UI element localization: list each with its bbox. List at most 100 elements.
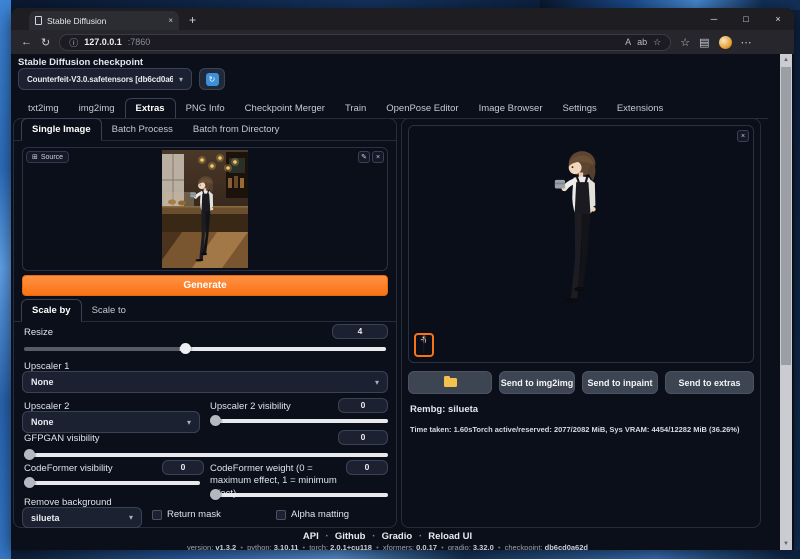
torch-value: 2.0.1+cu118 [330, 543, 372, 550]
remove-background-dropdown[interactable]: silueta ▾ [22, 507, 142, 528]
folder-icon [444, 378, 457, 387]
browser-scrollbar[interactable]: ▲ ▼ [780, 54, 792, 550]
close-image-button[interactable]: × [737, 130, 749, 142]
reload-icon[interactable]: ↻ [41, 36, 50, 49]
separator-dot: • [496, 543, 503, 550]
gallery-thumbnail-selected[interactable] [414, 333, 434, 357]
separator-dot: • [326, 534, 328, 540]
browser-tab-title: Stable Diffusion [47, 16, 163, 26]
maximize-button[interactable]: □ [730, 14, 762, 24]
resize-slider[interactable] [24, 343, 386, 354]
back-icon[interactable]: ← [21, 36, 32, 48]
profile-avatar[interactable] [719, 36, 732, 49]
send-to-inpaint-button[interactable]: Send to inpaint [582, 371, 658, 394]
open-folder-button[interactable] [408, 371, 492, 394]
checkpoint-dropdown[interactable]: Counterfeit-V3.0.safetensors [db6cd0a62d… [18, 68, 192, 90]
codeformer-weight-slider[interactable] [210, 489, 388, 500]
new-tab-button[interactable]: + [189, 11, 196, 30]
address-bar[interactable]: ⓘ 127.0.0.1 :7860 A ab ☆ [59, 34, 671, 51]
github-link[interactable]: Github [335, 531, 366, 542]
subtab-batch-from-directory[interactable]: Batch from Directory [183, 119, 290, 140]
wallpaper-left-stripe [0, 0, 11, 559]
chevron-down-icon: ▾ [187, 418, 191, 427]
checkbox-box[interactable] [276, 510, 286, 520]
gfpgan-visibility-slider[interactable] [24, 449, 388, 460]
upscaler1-value: None [31, 377, 369, 387]
tab-scale-to[interactable]: Scale to [82, 300, 136, 321]
alpha-matting-checkbox[interactable]: Alpha matting [276, 509, 349, 520]
output-image [549, 148, 613, 310]
upscaler2-visibility-input[interactable]: 0 [338, 398, 388, 413]
tab-img2img[interactable]: img2img [69, 99, 125, 118]
tab-checkpoint-merger[interactable]: Checkpoint Merger [235, 99, 335, 118]
upscaler2-value: None [31, 417, 181, 427]
translate-icon[interactable]: ab [637, 37, 647, 47]
codeformer-weight-input[interactable]: 0 [346, 460, 388, 475]
output-actions: Send to img2img Send to inpaint Send to … [408, 371, 754, 394]
codeformer-visibility-input[interactable]: 0 [162, 460, 204, 475]
resize-value-input[interactable]: 4 [332, 324, 388, 339]
resize-label: Resize [24, 327, 53, 338]
checkpoint-label: Stable Diffusion checkpoint [18, 57, 143, 68]
tab-image-browser[interactable]: Image Browser [469, 99, 553, 118]
source-badge-label: Source [41, 154, 63, 161]
tab-train[interactable]: Train [335, 99, 376, 118]
api-link[interactable]: API [303, 531, 319, 542]
tab-scale-by[interactable]: Scale by [21, 299, 82, 322]
tab-txt2img[interactable]: txt2img [18, 99, 69, 118]
read-aloud-icon[interactable]: A [625, 37, 631, 47]
tab-extras[interactable]: Extras [125, 98, 176, 119]
close-button[interactable]: × [762, 14, 794, 24]
grid-icon: ⊞ [32, 153, 38, 161]
tab-png-info[interactable]: PNG Info [176, 99, 235, 118]
tab-settings[interactable]: Settings [552, 99, 606, 118]
send-to-extras-button[interactable]: Send to extras [665, 371, 754, 394]
favorites-bar-icon[interactable]: ☆ [680, 36, 690, 49]
collections-icon[interactable]: ▤ [699, 36, 709, 49]
scrollbar-thumb[interactable] [781, 67, 791, 365]
checkbox-box[interactable] [152, 510, 162, 520]
subtab-single-image[interactable]: Single Image [21, 118, 102, 141]
source-image [162, 150, 248, 268]
separator-dot: • [439, 543, 446, 550]
upscaler2-visibility-slider[interactable] [210, 415, 388, 426]
separator-dot: • [374, 543, 381, 550]
refresh-checkpoint-button[interactable]: ↻ [199, 68, 225, 90]
main-tabs: txt2img img2img Extras PNG Info Checkpoi… [18, 99, 768, 119]
tab-openpose-editor[interactable]: OpenPose Editor [376, 99, 468, 118]
browser-tab[interactable]: Stable Diffusion × [29, 11, 179, 30]
extras-subtabs: Single Image Batch Process Batch from Di… [14, 119, 396, 141]
settings-dots-icon[interactable]: ⋯ [741, 36, 752, 49]
chevron-down-icon: ▾ [129, 513, 133, 522]
site-info-icon[interactable]: ⓘ [69, 36, 78, 49]
scroll-up-icon[interactable]: ▲ [780, 54, 792, 66]
codeformer-visibility-slider[interactable] [24, 477, 200, 488]
gradio-link[interactable]: Gradio [382, 531, 413, 542]
tab-close-icon[interactable]: × [168, 16, 173, 25]
python-value: 3.10.11 [274, 543, 299, 550]
reload-ui-link[interactable]: Reload UI [428, 531, 472, 542]
send-to-img2img-button[interactable]: Send to img2img [499, 371, 575, 394]
clear-image-button[interactable]: × [372, 151, 384, 163]
version-value: v1.3.2 [215, 543, 236, 550]
alpha-matting-label: Alpha matting [291, 509, 349, 520]
subtab-batch-process[interactable]: Batch Process [102, 119, 183, 140]
checkpoint-key: checkpoint: [505, 543, 543, 550]
favorite-star-icon[interactable]: ☆ [653, 37, 661, 48]
source-image-dropzone[interactable]: ⊞ Source ✎ × [22, 147, 388, 271]
separator-dot: • [372, 534, 374, 540]
source-badge: ⊞ Source [26, 151, 69, 163]
xformers-value: 0.0.17 [416, 543, 437, 550]
generate-button[interactable]: Generate [22, 275, 388, 296]
upscaler2-dropdown[interactable]: None ▾ [22, 411, 200, 433]
minimize-button[interactable]: ─ [698, 14, 730, 24]
torch-key: torch: [309, 543, 328, 550]
return-mask-checkbox[interactable]: Return mask [152, 509, 221, 520]
edit-image-button[interactable]: ✎ [358, 151, 370, 163]
tab-extensions[interactable]: Extensions [607, 99, 673, 118]
gfpgan-visibility-input[interactable]: 0 [338, 430, 388, 445]
thumbnail-image [418, 335, 430, 355]
scroll-down-icon[interactable]: ▼ [780, 538, 792, 550]
chevron-down-icon: ▾ [179, 75, 183, 84]
upscaler1-dropdown[interactable]: None ▾ [22, 371, 388, 393]
